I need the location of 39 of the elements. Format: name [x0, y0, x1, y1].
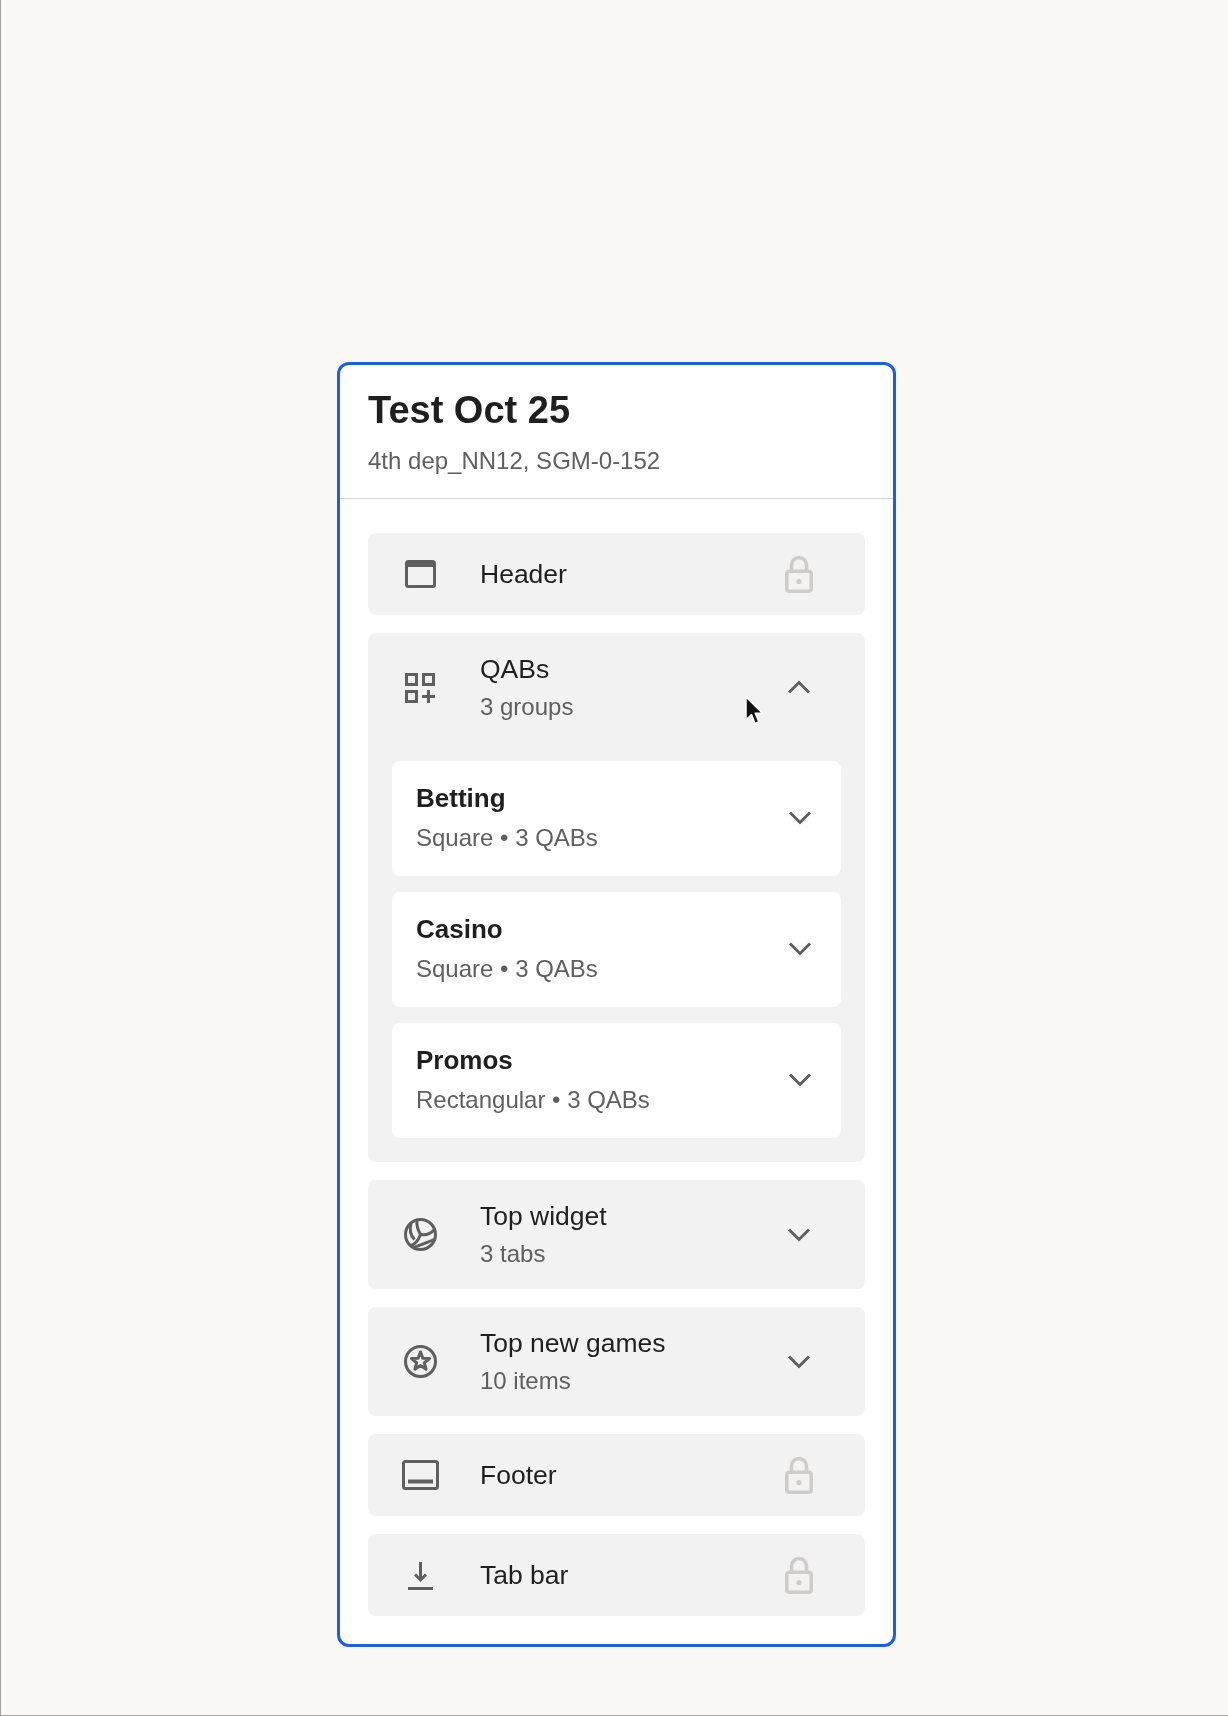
lock-icon — [785, 1456, 813, 1494]
group-detail: Square • 3 QABs — [416, 955, 598, 983]
section-detail: 10 items — [480, 1367, 571, 1395]
section-title: QABs — [480, 654, 550, 685]
group-title: Casino — [416, 914, 503, 945]
panel-title: Test Oct 25 — [368, 388, 571, 432]
chevron-down-icon[interactable] — [787, 1227, 811, 1242]
group-title: Promos — [416, 1045, 513, 1076]
lock-icon — [785, 555, 813, 593]
group-card[interactable]: Promos Rectangular • 3 QABs — [392, 1023, 841, 1138]
chevron-up-icon[interactable] — [787, 680, 811, 695]
group-title: Betting — [416, 783, 506, 814]
section-detail: 3 tabs — [480, 1240, 546, 1268]
star-circle-icon — [403, 1345, 437, 1378]
section-title: Tab bar — [480, 1559, 569, 1591]
panel-subtitle: 4th dep_NN12, SGM-0-152 — [368, 447, 661, 475]
cursor-icon — [745, 696, 764, 725]
section-title: Top new games — [480, 1328, 666, 1359]
section-title: Footer — [480, 1459, 557, 1491]
section-card[interactable]: QABs 3 groups Betting Square • 3 QABs Casino Square • 3 QABs Promos Rectangular • 3 QABs — [368, 633, 865, 1162]
group-card[interactable]: Betting Square • 3 QABs — [392, 761, 841, 876]
group-detail: Square • 3 QABs — [416, 824, 598, 852]
download-icon — [406, 1560, 434, 1590]
panel-bottom-bar-icon — [401, 1460, 439, 1490]
chevron-down-icon[interactable] — [788, 1072, 812, 1087]
section-detail: 3 groups — [480, 693, 574, 721]
section-card[interactable]: Top widget 3 tabs — [368, 1180, 865, 1289]
lock-icon — [785, 1556, 813, 1594]
chevron-down-icon[interactable] — [788, 941, 812, 956]
section-card[interactable]: Top new games 10 items — [368, 1307, 865, 1416]
section-title: Top widget — [480, 1201, 607, 1232]
section-title: Header — [480, 558, 567, 590]
window-icon — [404, 560, 436, 588]
chevron-down-icon[interactable] — [788, 810, 812, 825]
ball-icon — [403, 1218, 437, 1251]
group-detail: Rectangular • 3 QABs — [416, 1086, 650, 1114]
grid-plus-icon — [405, 672, 435, 703]
group-card[interactable]: Casino Square • 3 QABs — [392, 892, 841, 1007]
chevron-down-icon[interactable] — [787, 1354, 811, 1369]
